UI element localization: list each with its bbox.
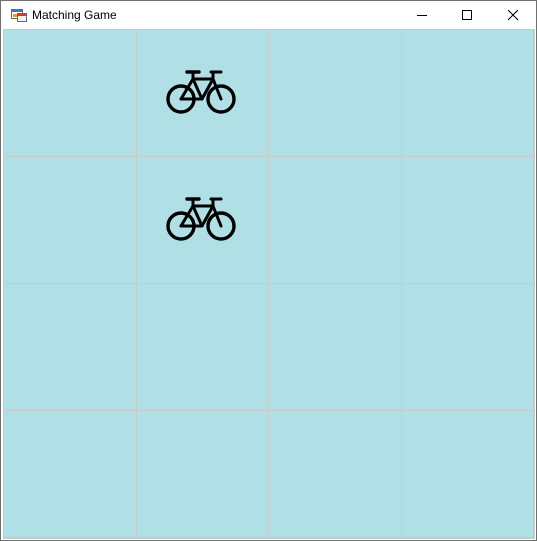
card-cell-r1-c2[interactable] — [137, 30, 269, 157]
card-cell-r4-c4[interactable] — [402, 411, 534, 538]
game-board — [3, 29, 535, 539]
card-cell-r3-c3[interactable] — [269, 284, 402, 411]
card-cell-r1-c3[interactable] — [269, 30, 402, 157]
card-cell-r3-c4[interactable] — [402, 284, 534, 411]
window-title: Matching Game — [32, 8, 117, 22]
card-cell-r1-c1[interactable] — [4, 30, 137, 157]
matching-game-window: Matching Game — [0, 0, 537, 541]
card-cell-r1-c4[interactable] — [402, 30, 534, 157]
close-button[interactable] — [490, 1, 536, 29]
card-cell-r2-c3[interactable] — [269, 157, 402, 284]
card-cell-r2-c2[interactable] — [137, 157, 269, 284]
card-cell-r4-c2[interactable] — [137, 411, 269, 538]
minimize-button[interactable] — [399, 1, 445, 29]
card-cell-r4-c3[interactable] — [269, 411, 402, 538]
card-cell-r2-c4[interactable] — [402, 157, 534, 284]
card-cell-r2-c1[interactable] — [4, 157, 137, 284]
maximize-button[interactable] — [444, 1, 490, 29]
card-cell-r4-c1[interactable] — [4, 411, 137, 538]
minimize-icon — [417, 15, 427, 16]
card-cell-r3-c1[interactable] — [4, 284, 137, 411]
title-bar[interactable]: Matching Game — [1, 1, 536, 29]
maximize-icon — [462, 10, 472, 20]
bicycle-icon — [165, 68, 241, 118]
card-cell-r3-c2[interactable] — [137, 284, 269, 411]
close-icon — [507, 9, 519, 21]
bicycle-icon — [165, 195, 241, 245]
form-app-icon[interactable] — [11, 7, 27, 23]
